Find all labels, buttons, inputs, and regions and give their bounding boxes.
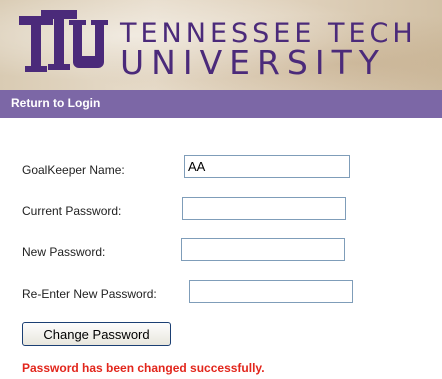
reenter-password-label: Re-Enter New Password: (22, 287, 157, 301)
current-password-label: Current Password: (22, 204, 122, 218)
nav-bar: Return to Login (0, 90, 442, 118)
new-password-input[interactable] (181, 238, 345, 261)
header-banner: TENNESSEE TECH UNIVERSITY (0, 0, 442, 90)
goalkeeper-name-input[interactable] (184, 155, 350, 178)
return-to-login-link[interactable]: Return to Login (11, 96, 100, 110)
ttu-logo-icon (19, 10, 108, 72)
goalkeeper-name-label: GoalKeeper Name: (22, 163, 125, 177)
reenter-password-input[interactable] (189, 280, 353, 303)
change-password-button[interactable]: Change Password (22, 322, 171, 346)
current-password-input[interactable] (182, 197, 346, 220)
university-name-line2: UNIVERSITY (120, 43, 386, 82)
page: TENNESSEE TECH UNIVERSITY Return to Logi… (0, 0, 442, 379)
new-password-label: New Password: (22, 245, 106, 259)
status-message: Password has been changed successfully. (22, 361, 265, 375)
